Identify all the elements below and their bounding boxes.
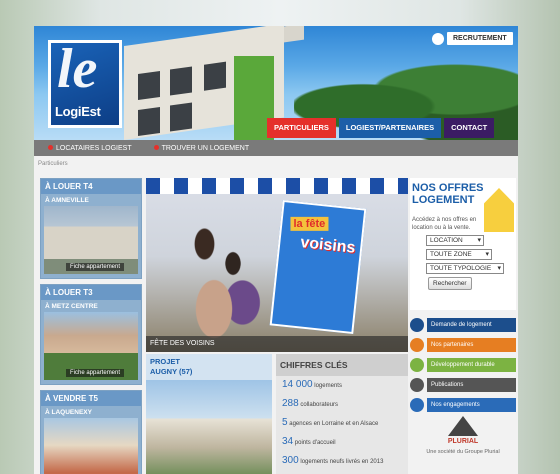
offer-title: À LOUER T3 bbox=[41, 285, 141, 300]
zone-select[interactable]: TOUTE ZONE bbox=[426, 249, 492, 260]
projet-block[interactable]: PROJET AUGNY (57) bbox=[146, 354, 272, 474]
quick-links: Demande de logement Nos partenaires Déve… bbox=[410, 316, 516, 413]
offer-card-2[interactable]: À LOUER T3 À METZ CENTRE Fiche apparteme… bbox=[40, 284, 142, 385]
plurial-text: Une société du Groupe Plurial bbox=[426, 449, 500, 455]
subnav-trouver-logement[interactable]: TROUVER UN LOGEMENT bbox=[153, 144, 249, 152]
plurial-logo bbox=[448, 416, 478, 436]
subnav-locataires[interactable]: LOCATAIRES LOGIEST bbox=[48, 144, 132, 152]
plurial-name: PLURIAL bbox=[447, 438, 479, 445]
chiffre-row: 5 agences en Lorraine et en Alsace bbox=[282, 417, 379, 428]
offer-title: À LOUER T4 bbox=[41, 179, 141, 194]
chiffres-title: CHIFFRES CLÉS bbox=[276, 354, 408, 376]
offer-photo[interactable]: Fiche appartement bbox=[44, 206, 138, 274]
link-demande-logement[interactable]: Demande de logement bbox=[410, 316, 516, 333]
logo-mark: le bbox=[57, 43, 98, 100]
offer-location: À METZ CENTRE bbox=[45, 303, 98, 310]
bullet-icon bbox=[48, 144, 53, 150]
right-column: NOS OFFRES LOGEMENT Accédez à nos offres… bbox=[410, 178, 516, 416]
fete-voisins-poster: la fête voisins bbox=[269, 199, 367, 335]
fiche-appartement-link[interactable]: Fiche appartement bbox=[66, 369, 125, 377]
offer-location: À AMNEVILLE bbox=[45, 197, 89, 204]
circle-icon bbox=[410, 357, 424, 372]
offer-card-1[interactable]: À LOUER T4 À AMNEVILLE Fiche appartement bbox=[40, 178, 142, 279]
rechercher-button[interactable]: Rechercher bbox=[428, 277, 472, 290]
chiffre-row: 34 points d'accueil bbox=[282, 436, 336, 447]
offer-photo[interactable] bbox=[44, 418, 138, 474]
projet-title: PROJET AUGNY (57) bbox=[146, 354, 272, 380]
left-column: À LOUER T4 À AMNEVILLE Fiche appartement… bbox=[40, 178, 142, 474]
circle-icon bbox=[410, 337, 424, 352]
link-publications[interactable]: Publications bbox=[410, 376, 516, 393]
typologie-select[interactable]: TOUTE TYPOLOGIE bbox=[426, 263, 504, 274]
main-nav: PARTICULIERS LOGIEST/PARTENAIRES CONTACT bbox=[267, 118, 495, 138]
breadcrumb[interactable]: Particuliers bbox=[38, 161, 68, 167]
bullet-icon bbox=[153, 144, 159, 150]
nav-particuliers[interactable]: PARTICULIERS bbox=[267, 118, 336, 138]
featured-photo[interactable]: la fête voisins FÊTE DES VOISINS bbox=[146, 178, 408, 352]
offer-title: À VENDRE T5 bbox=[41, 391, 141, 406]
link-engagements[interactable]: Nos engagements bbox=[410, 396, 516, 413]
location-select[interactable]: LOCATION bbox=[426, 235, 484, 246]
link-partenaires[interactable]: Nos partenaires bbox=[410, 336, 516, 353]
recrutement-icon bbox=[432, 32, 444, 45]
chiffre-row: 300 logements neufs livrés en 2013 bbox=[282, 455, 384, 466]
projet-photo[interactable] bbox=[146, 380, 272, 474]
recrutement-link[interactable]: RECRUTEMENT bbox=[432, 32, 513, 45]
tent-stripes bbox=[146, 178, 408, 194]
chiffre-row: 288 collaborateurs bbox=[282, 398, 339, 409]
logo-name: LogiEst bbox=[55, 104, 101, 119]
logiest-logo[interactable]: le LogiEst bbox=[48, 40, 122, 128]
page: le LogiEst RECRUTEMENT PARTICULIERS LOGI… bbox=[34, 26, 518, 474]
sub-nav: LOCATAIRES LOGIEST TROUVER UN LOGEMENT bbox=[34, 140, 518, 156]
offres-logement-panel: NOS OFFRES LOGEMENT Accédez à nos offres… bbox=[410, 178, 516, 310]
circle-icon bbox=[410, 397, 424, 412]
fiche-appartement-link[interactable]: Fiche appartement bbox=[66, 263, 125, 271]
chiffre-row: 14 000 logements bbox=[282, 379, 342, 390]
offer-location: À LAQUENEXY bbox=[45, 409, 92, 416]
nav-logiest-partenaires[interactable]: LOGIEST/PARTENAIRES bbox=[338, 118, 442, 138]
children-image bbox=[176, 218, 271, 348]
link-developpement-durable[interactable]: Développement durable bbox=[410, 356, 516, 373]
recrutement-label: RECRUTEMENT bbox=[447, 32, 513, 45]
offres-text: Accédez à nos offres en location ou à la… bbox=[412, 217, 477, 231]
plurial-block[interactable]: PLURIAL Une société du Groupe Plurial bbox=[410, 416, 516, 455]
nav-contact[interactable]: CONTACT bbox=[444, 118, 495, 138]
header-banner: le LogiEst RECRUTEMENT PARTICULIERS LOGI… bbox=[34, 26, 518, 140]
offer-photo[interactable]: Fiche appartement bbox=[44, 312, 138, 380]
circle-icon bbox=[410, 317, 424, 332]
offer-card-3[interactable]: À VENDRE T5 À LAQUENEXY bbox=[40, 390, 142, 474]
circle-icon bbox=[410, 377, 424, 392]
chiffres-cles: CHIFFRES CLÉS 14 000 logements 288 colla… bbox=[276, 354, 408, 474]
photo-caption: FÊTE DES VOISINS bbox=[146, 336, 408, 352]
